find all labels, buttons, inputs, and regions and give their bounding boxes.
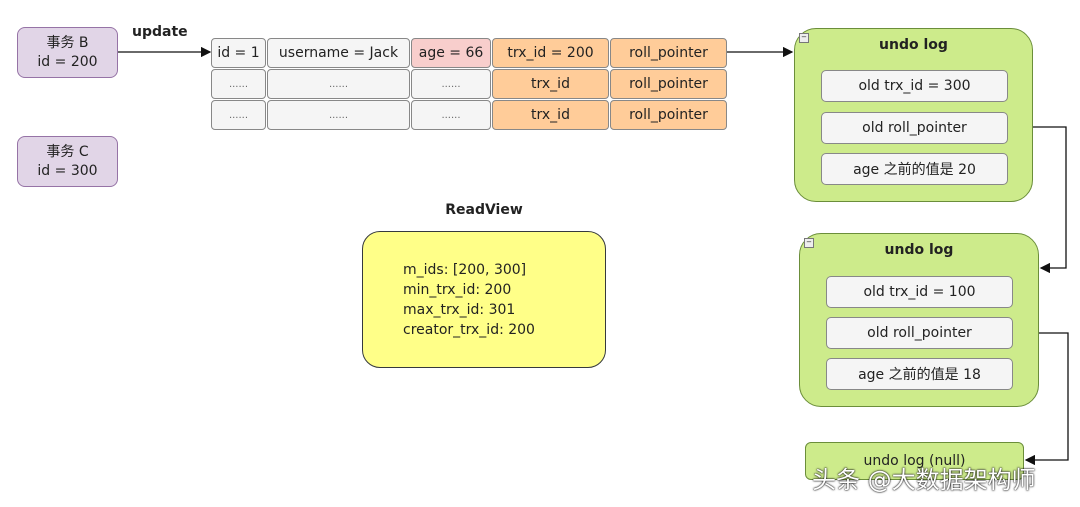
table-cell: ...... (211, 69, 266, 99)
table-cell: ...... (267, 69, 410, 99)
transaction-b: 事务 B id = 200 (17, 27, 118, 78)
transaction-id: id = 300 (37, 162, 98, 179)
readview-line: min_trx_id: 200 (403, 281, 512, 298)
readview-line: m_ids: [200, 300] (403, 261, 527, 278)
table-cell: id = 1 (211, 38, 266, 68)
transaction-name: 事务 B (46, 34, 89, 51)
readview-box: m_ids: [200, 300] min_trx_id: 200 max_tr… (362, 231, 606, 368)
transaction-id: id = 200 (37, 53, 98, 70)
table-cell: ...... (411, 69, 491, 99)
update-label: update (132, 24, 188, 40)
table-cell: trx_id (492, 69, 609, 99)
undo-log-title: undo log (879, 37, 948, 53)
readview-line: creator_trx_id: 200 (403, 321, 535, 338)
table-cell: roll_pointer (610, 100, 727, 130)
undo-item: age 之前的值是 18 (826, 358, 1013, 390)
undo-log-2: − undo log old trx_id = 100 old roll_poi… (799, 233, 1039, 407)
undo-log-1: − undo log old trx_id = 300 old roll_poi… (794, 28, 1033, 202)
table-cell: ...... (411, 100, 491, 130)
transaction-name: 事务 C (46, 143, 89, 160)
table-cell: username = Jack (267, 38, 410, 68)
undo-item: old trx_id = 300 (821, 70, 1008, 102)
table-cell: ...... (267, 100, 410, 130)
table-cell: trx_id (492, 100, 609, 130)
table-cell: trx_id = 200 (492, 38, 609, 68)
readview-line: max_trx_id: 301 (403, 301, 516, 318)
readview-title: ReadView (445, 202, 523, 218)
watermark: 头条 @大数据架构师 (812, 466, 1036, 494)
undo-item: old trx_id = 100 (826, 276, 1013, 308)
table-cell: age = 66 (411, 38, 491, 68)
transaction-c: 事务 C id = 300 (17, 136, 118, 187)
undo-item: age 之前的值是 20 (821, 153, 1008, 185)
undo-item: old roll_pointer (826, 317, 1013, 349)
table-cell: ...... (211, 100, 266, 130)
undo-log-title: undo log (884, 242, 954, 258)
undo-item: old roll_pointer (821, 112, 1008, 144)
table-cell: roll_pointer (610, 69, 727, 99)
table-cell: roll_pointer (610, 38, 727, 68)
